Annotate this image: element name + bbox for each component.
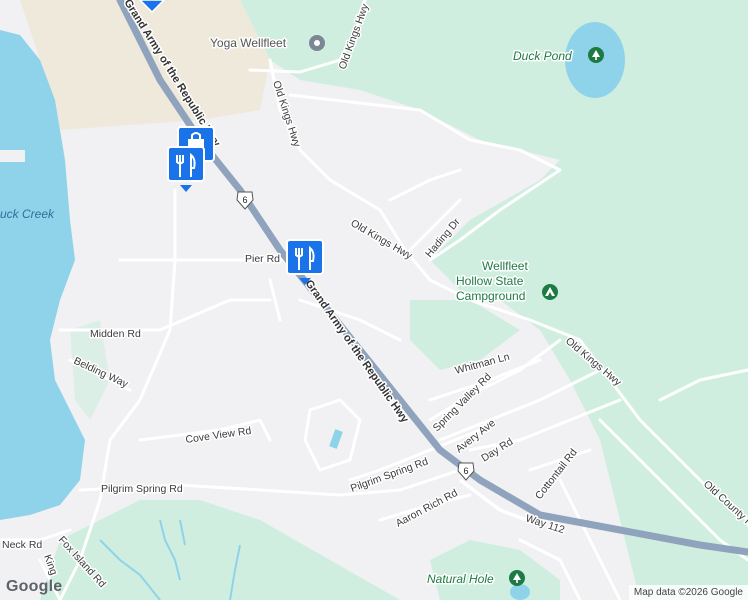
road-label-midden: Midden Rd: [90, 328, 141, 340]
pier-structure: [0, 150, 25, 162]
poi-label-campground-1: Wellfleet: [482, 259, 528, 273]
water-label-duck-creek: uck Creek: [0, 207, 55, 221]
poi-label-campground-3: Campground: [456, 289, 525, 303]
map-canvas[interactable]: 6 6 Grand Army of the Republic Hwy Grand…: [0, 0, 748, 600]
road-label-pilgrim-spring-left: Pilgrim Spring Rd: [101, 483, 183, 495]
google-logo: Google: [6, 578, 63, 595]
camping-icon[interactable]: [542, 284, 558, 300]
place-icon[interactable]: [309, 35, 325, 51]
poi-label-campground-2: Hollow State: [456, 274, 524, 288]
tree-icon[interactable]: [588, 47, 604, 63]
natural-hole-water: [510, 584, 530, 600]
poi-label-duck-pond: Duck Pond: [513, 49, 572, 63]
poi-label-natural-hole: Natural Hole: [427, 572, 494, 586]
map-attribution[interactable]: Map data ©2026 Google: [628, 585, 748, 600]
tree-icon[interactable]: [509, 570, 525, 586]
route-shield-label: 6: [242, 195, 247, 205]
route-shield-label: 6: [463, 466, 468, 476]
road-label-neck: Neck Rd: [2, 539, 42, 551]
road-label-pier: Pier Rd: [245, 253, 280, 265]
poi-label-yoga: Yoga Wellfleet: [210, 36, 287, 50]
